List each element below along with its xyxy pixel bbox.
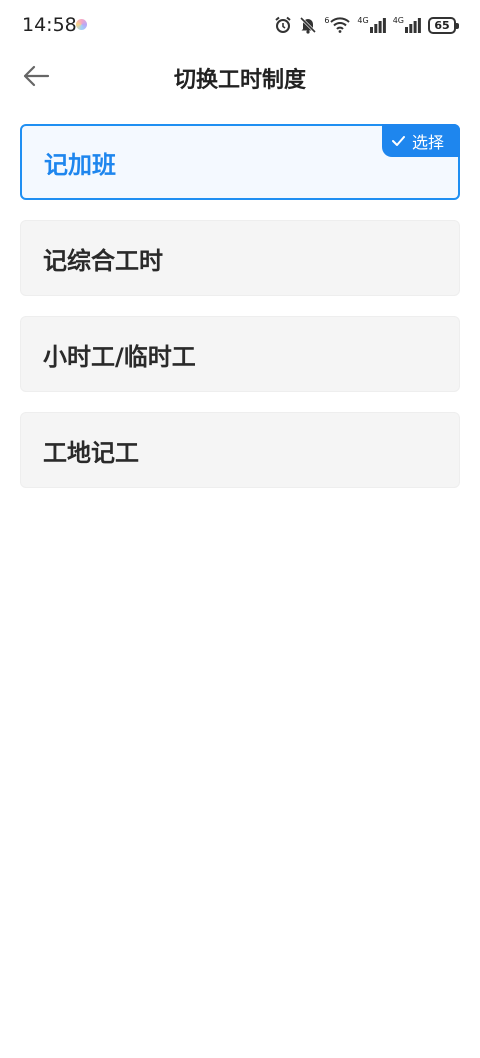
wifi-badge: 6 [324, 15, 330, 25]
app-notification-icon [76, 19, 87, 30]
option-comprehensive-hours[interactable]: 记综合工时 [20, 220, 460, 296]
option-overtime[interactable]: 记加班 选择 [20, 124, 460, 200]
option-construction-site[interactable]: 工地记工 [20, 412, 460, 488]
signal-icon-2 [405, 18, 421, 33]
alarm-icon [275, 16, 291, 33]
option-label: 记综合工时 [43, 246, 163, 275]
option-label: 记加班 [44, 150, 116, 179]
check-icon [391, 135, 405, 146]
battery-icon: 65 [428, 16, 459, 34]
option-label: 工地记工 [43, 438, 139, 467]
selected-badge: 选择 [381, 124, 460, 157]
status-bar: 14:58 6 4G 4G 65 [0, 0, 480, 50]
network-label-2: 4G [392, 15, 404, 25]
mute-bell-icon [300, 16, 317, 34]
status-icons: 6 4G 4G 65 [274, 13, 459, 37]
option-hourly-temp[interactable]: 小时工/临时工 [20, 316, 460, 392]
header: 切换工时制度 [0, 50, 480, 102]
signal-icon-1 [369, 18, 386, 33]
selected-badge-label: 选择 [411, 132, 444, 152]
option-label: 小时工/临时工 [43, 342, 196, 371]
network-label-1: 4G [357, 15, 369, 25]
option-list: 记加班 选择 记综合工时 小时工/临时工 工地记工 [20, 124, 460, 508]
wifi-icon [330, 17, 351, 33]
status-time: 14:58 [22, 14, 77, 36]
page-title: 切换工时制度 [173, 68, 306, 93]
